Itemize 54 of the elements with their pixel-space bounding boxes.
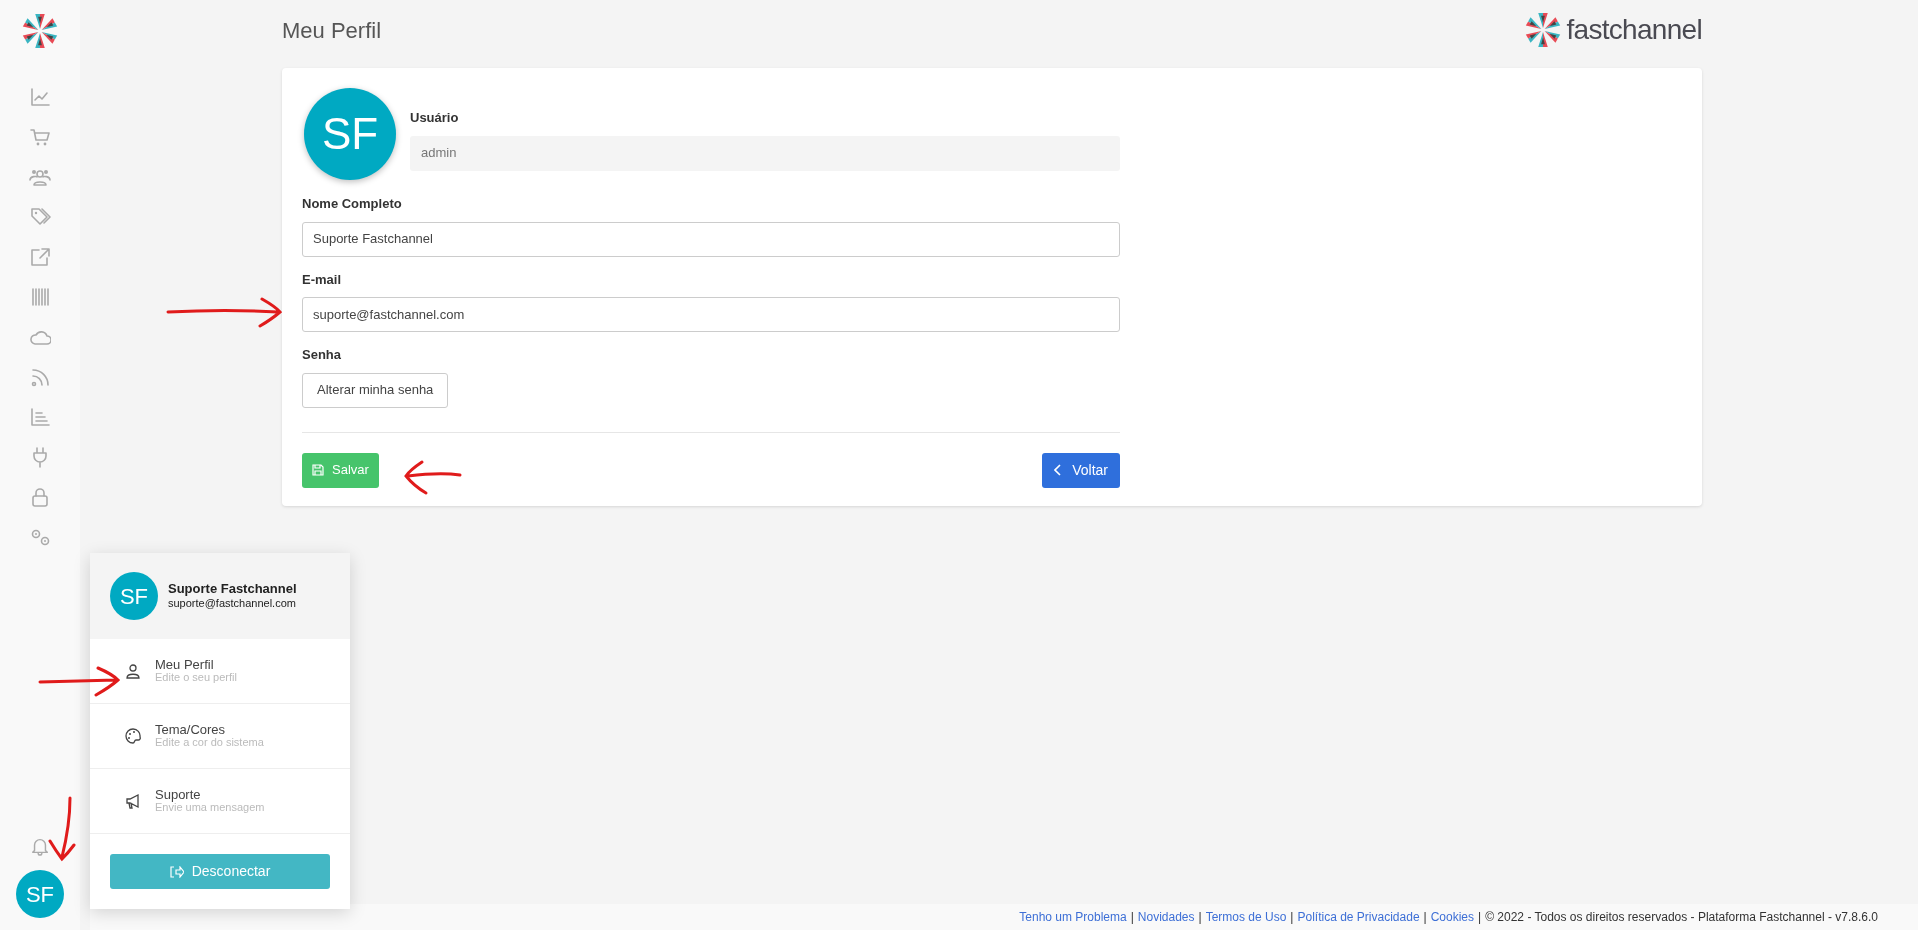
menu-item-title: Suporte: [155, 788, 202, 801]
user-avatar[interactable]: SF: [16, 870, 64, 918]
tag-icon[interactable]: [29, 206, 51, 228]
back-button[interactable]: Voltar: [1042, 452, 1120, 488]
field-label: Senha: [302, 346, 342, 364]
sign-out-icon: [169, 865, 184, 878]
footer-link[interactable]: Cookies: [1430, 908, 1475, 926]
megaphone-icon: [125, 793, 141, 809]
input-field[interactable]: suporte@fastchannel.com: [302, 297, 1120, 332]
menu-item[interactable]: Tema/Cores Edite a cor do sistema: [90, 704, 350, 769]
menu-item[interactable]: Meu Perfil Edite o seu perfil: [90, 639, 350, 704]
logo-icon: [1524, 11, 1563, 49]
footer-link[interactable]: Novidades: [1137, 908, 1195, 926]
bell-icon[interactable]: [30, 836, 50, 856]
separator: |: [1478, 909, 1482, 926]
separator: |: [1198, 909, 1202, 926]
chevron-left-icon: [1054, 464, 1063, 476]
bar-list-icon[interactable]: [29, 406, 51, 428]
footer-link[interactable]: Política de Privacidade: [1297, 908, 1420, 926]
user-email: suporte@fastchannel.com: [168, 596, 297, 610]
menu-item[interactable]: Suporte Envie uma mensagem: [90, 769, 350, 834]
cart-icon[interactable]: [29, 126, 51, 148]
brand-name: fastchannel: [1566, 13, 1702, 47]
annotation-arrow: [46, 795, 76, 863]
footer-link[interactable]: Termos de Uso: [1205, 908, 1287, 926]
separator: |: [1290, 909, 1294, 926]
barcode-icon[interactable]: [29, 286, 51, 308]
copyright-text: © 2022 - Todos os direitos reservados - Plataforma Fastchannel - v7.8.6.0: [1485, 909, 1878, 926]
lock-icon[interactable]: [29, 486, 51, 508]
menu-item-subtitle: Envie uma mensagem: [155, 801, 265, 814]
field-label: E-mail: [302, 270, 342, 289]
chart-line-icon[interactable]: [29, 86, 51, 108]
separator: |: [1130, 909, 1134, 926]
logo-icon[interactable]: [21, 12, 59, 50]
user-avatar: SF: [110, 572, 158, 620]
menu-item-subtitle: Edite o seu perfil: [155, 671, 237, 684]
menu-item-title: Meu Perfil: [155, 658, 215, 671]
profile-avatar: SF: [304, 88, 396, 180]
rss-icon[interactable]: [29, 366, 51, 388]
person-icon: [125, 663, 141, 679]
menu-item-subtitle: Edite a cor do sistema: [155, 736, 264, 749]
change-password-button[interactable]: Alterar minha senha: [302, 372, 449, 408]
external-link-icon[interactable]: [29, 246, 51, 268]
footer-link[interactable]: Tenho um Problema: [1019, 908, 1127, 926]
logout-button[interactable]: Desconectar: [110, 854, 330, 889]
menu-item-title: Tema/Cores: [155, 723, 227, 736]
input-field: admin: [410, 135, 1120, 171]
input-field[interactable]: Suporte Fastchannel: [302, 221, 1120, 257]
user-name: Suporte Fastchannel: [168, 582, 297, 596]
page-title: Meu Perfil: [282, 16, 382, 45]
field-label: Usuário: [410, 109, 460, 127]
palette-icon: [125, 728, 141, 744]
field-label: Nome Completo: [302, 195, 403, 213]
separator: |: [1423, 909, 1427, 926]
